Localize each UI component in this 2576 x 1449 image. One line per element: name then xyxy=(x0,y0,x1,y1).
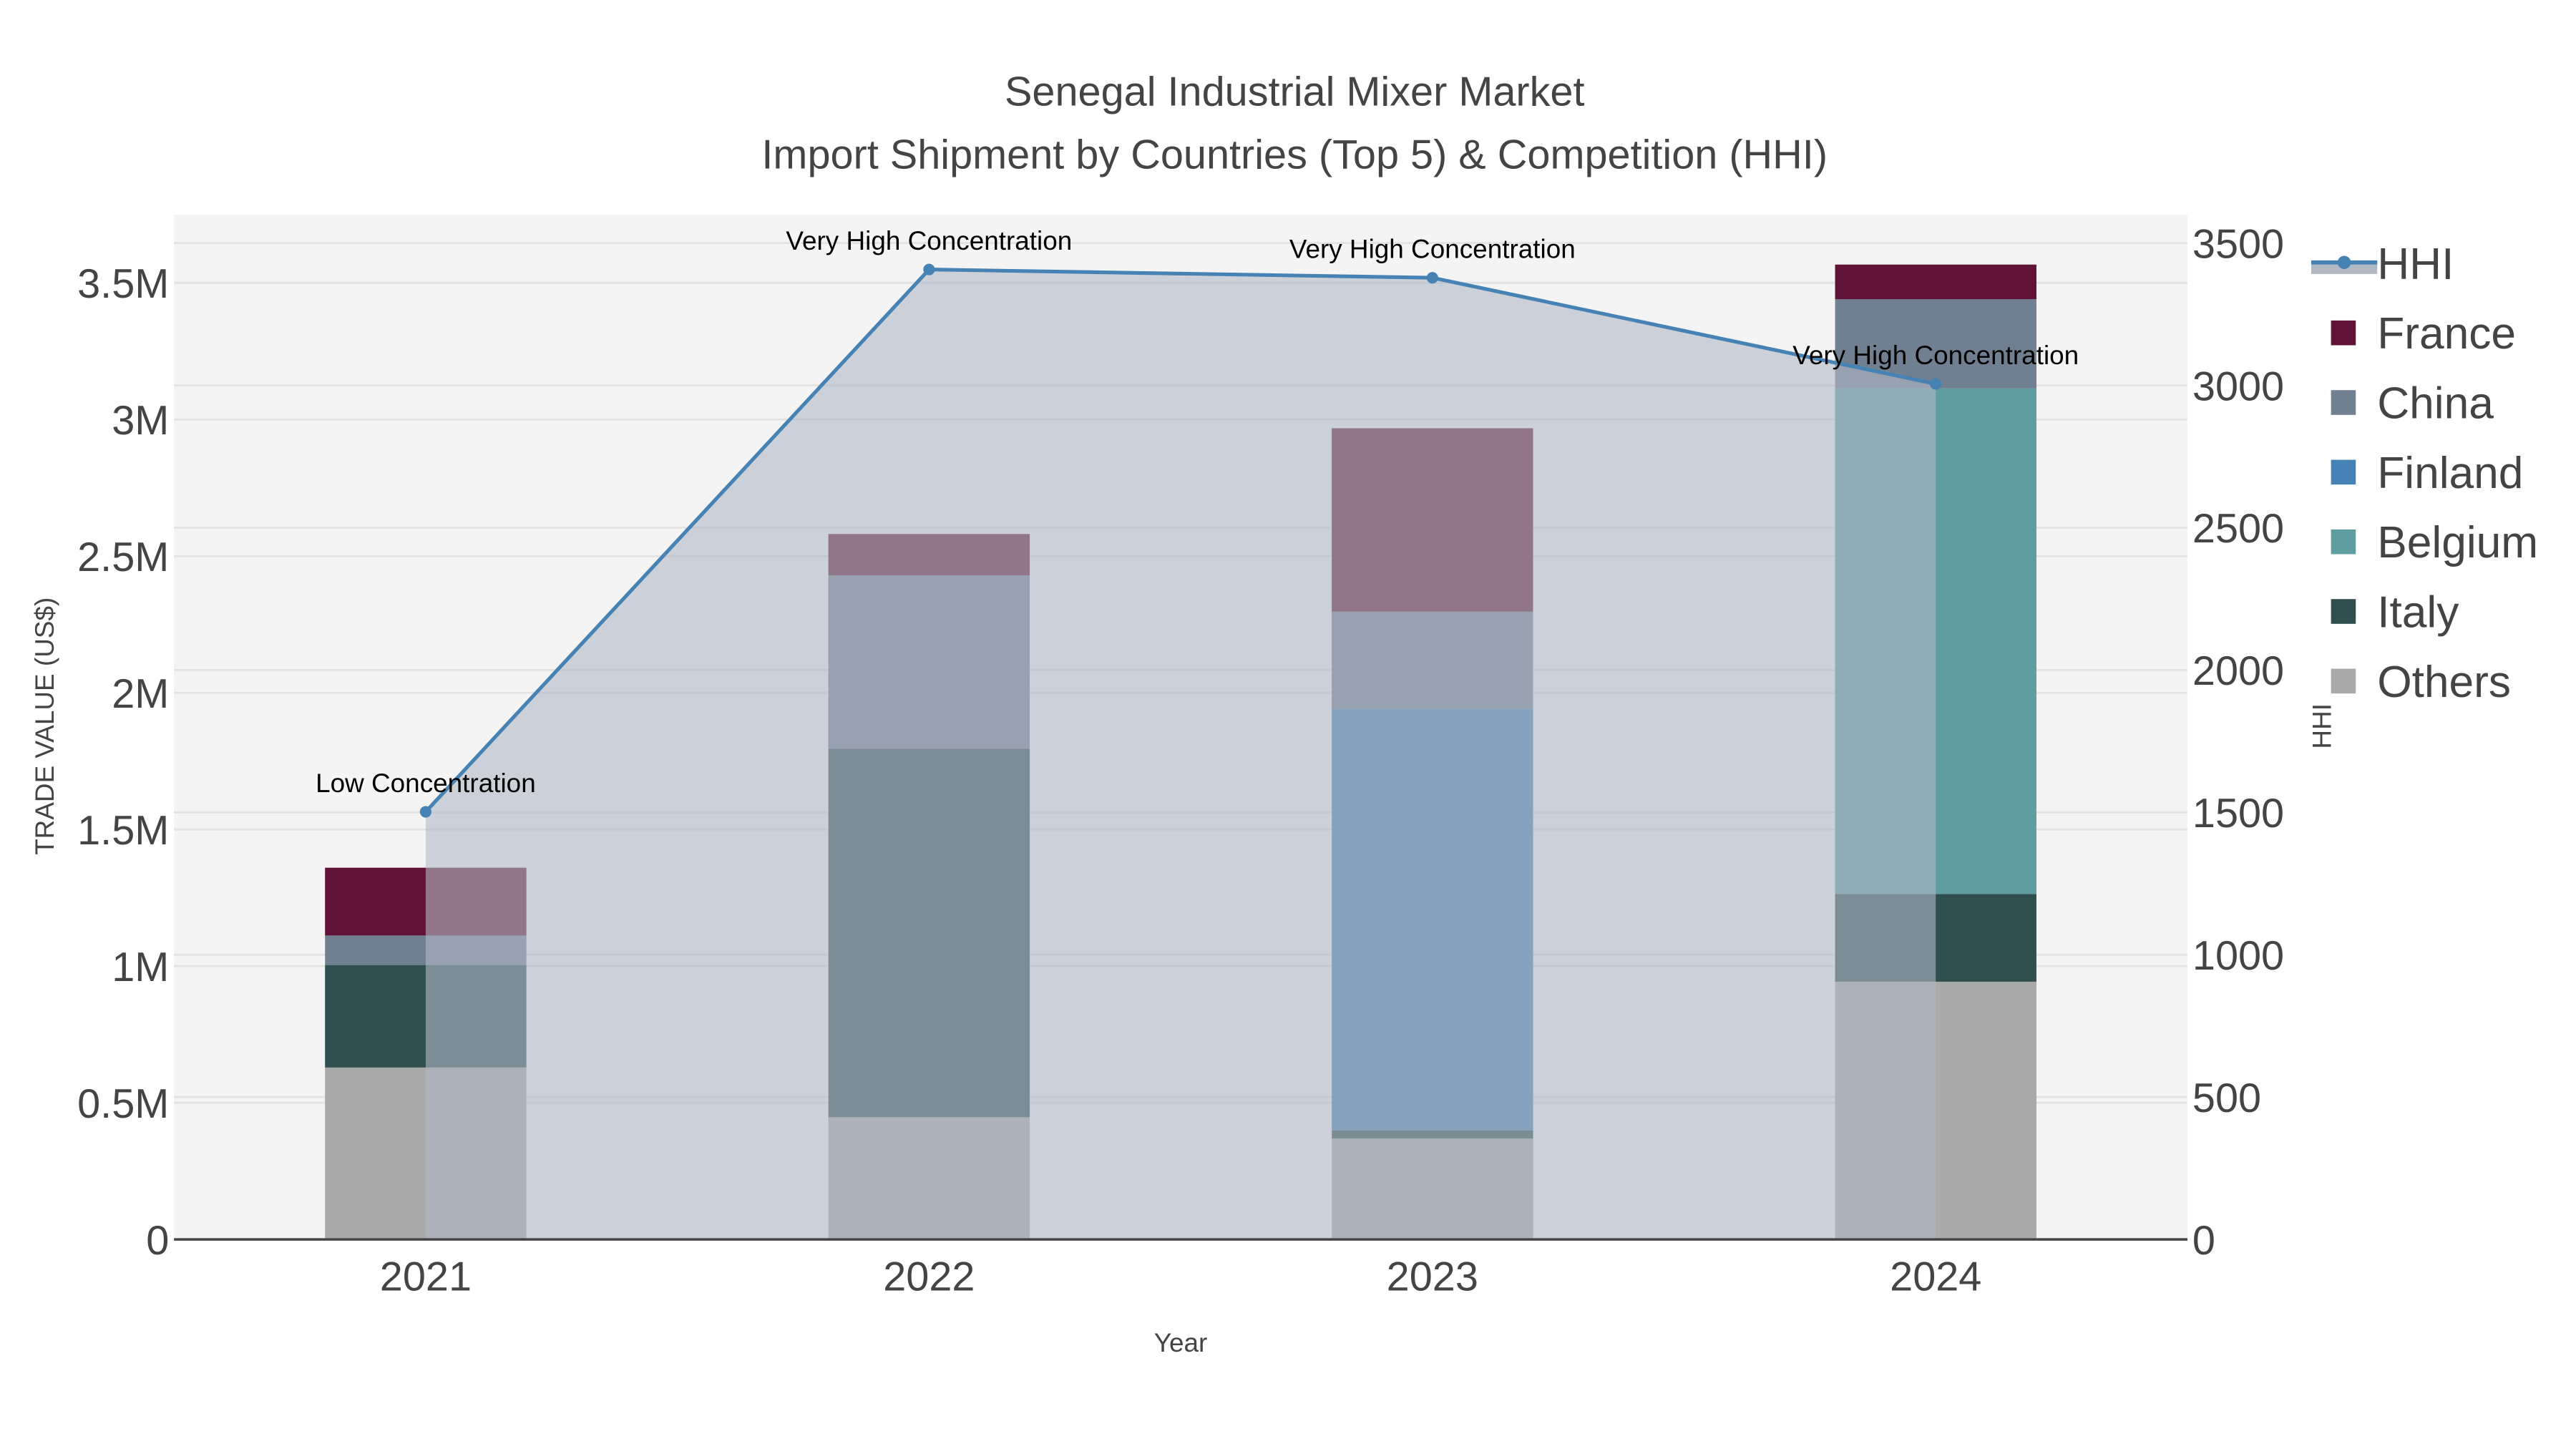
legend-item-belgium[interactable]: Belgium xyxy=(2331,518,2539,567)
legend-item-france[interactable]: France xyxy=(2331,309,2516,358)
hhi-annotation-2024: Very High Concentration xyxy=(1792,341,2079,370)
y-axis-label: TRADE VALUE (US$) xyxy=(30,597,59,855)
legend-item-italy[interactable]: Italy xyxy=(2331,587,2460,637)
legend-label: China xyxy=(2377,379,2494,428)
legend-swatch-china xyxy=(2331,390,2356,415)
legend-hhi-marker xyxy=(2337,255,2351,269)
legend-swatch-france xyxy=(2331,320,2356,346)
x-axis-label: Year xyxy=(1154,1328,1208,1357)
legend-label: Belgium xyxy=(2377,518,2538,567)
bar-france-2024 xyxy=(1835,264,2036,300)
legend: HHI France China Finland Belgium Italy Others xyxy=(2311,240,2538,707)
y-tick-label: 0.5M xyxy=(77,1081,169,1127)
hhi-annotation-2023: Very High Concentration xyxy=(1289,234,1576,263)
y2-tick-label: 500 xyxy=(2192,1075,2261,1121)
y-tick-label: 2.5M xyxy=(77,535,169,580)
x-tick-label: 2024 xyxy=(1890,1254,1981,1300)
hhi-point-2022 xyxy=(923,263,935,275)
y-tick-label: 1M xyxy=(112,945,169,990)
hhi-annotation-2021: Low Concentration xyxy=(316,769,536,798)
y2-axis-label: HHI xyxy=(2308,703,2337,749)
legend-label: HHI xyxy=(2377,240,2454,289)
legend-label: France xyxy=(2377,309,2516,358)
hhi-point-2021 xyxy=(419,806,431,818)
y2-tick-label: 1000 xyxy=(2192,933,2284,979)
chart-title-line1: Senegal Industrial Mixer Market xyxy=(1005,69,1585,115)
x-tick-label: 2022 xyxy=(883,1254,975,1300)
legend-item-others[interactable]: Others xyxy=(2331,658,2511,707)
y2-tick-label: 2000 xyxy=(2192,648,2284,694)
y2-tick-label: 0 xyxy=(2192,1218,2215,1264)
chart-title-line2: Import Shipment by Countries (Top 5) & C… xyxy=(761,132,1828,177)
hhi-point-2023 xyxy=(1426,272,1438,284)
chart: Low Concentration Very High Concentration… xyxy=(30,69,2538,1357)
y-tick-label: 3M xyxy=(112,398,169,444)
legend-swatch-italy xyxy=(2331,599,2356,624)
y2-tick-label: 3000 xyxy=(2192,364,2284,409)
y2-tick-label: 2500 xyxy=(2192,506,2284,552)
y-tick-label: 0 xyxy=(146,1218,169,1264)
legend-swatch-finland xyxy=(2331,459,2356,485)
hhi-annotation-2022: Very High Concentration xyxy=(786,226,1072,255)
legend-label: Others xyxy=(2377,658,2511,707)
legend-swatch-belgium xyxy=(2331,529,2356,555)
x-tick-label: 2021 xyxy=(380,1254,472,1300)
legend-swatch-others xyxy=(2331,668,2356,694)
legend-label: Finland xyxy=(2377,449,2523,498)
hhi-point-2024 xyxy=(1930,378,1942,390)
y-tick-label: 2M xyxy=(112,671,169,717)
y2-tick-label: 1500 xyxy=(2192,791,2284,836)
x-tick-label: 2023 xyxy=(1387,1254,1478,1300)
legend-item-hhi[interactable]: HHI xyxy=(2311,240,2454,289)
y-tick-label: 1.5M xyxy=(77,808,169,854)
legend-item-finland[interactable]: Finland xyxy=(2331,449,2524,498)
y2-tick-label: 3500 xyxy=(2192,221,2284,267)
legend-item-china[interactable]: China xyxy=(2331,379,2494,428)
legend-label: Italy xyxy=(2377,587,2459,637)
y-tick-label: 3.5M xyxy=(77,261,169,307)
